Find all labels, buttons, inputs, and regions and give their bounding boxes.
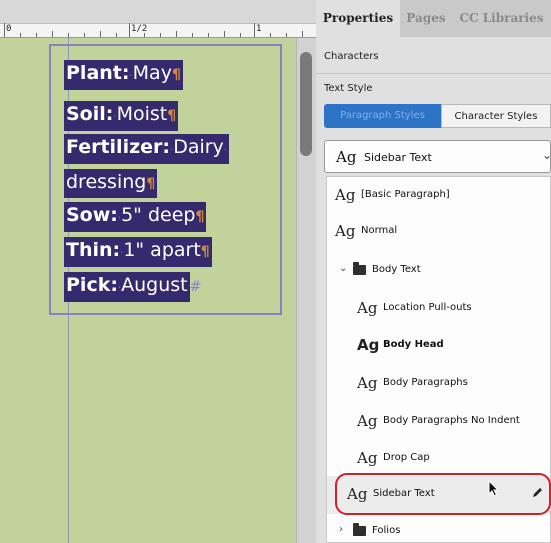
style-item-location-pull-outs[interactable]: Ag Location Pull-outs <box>327 290 550 328</box>
tab-properties[interactable]: Properties <box>316 0 400 37</box>
dropdown-value: Sidebar Text <box>364 151 432 164</box>
text-line-soil[interactable]: Soil:·Moist¶ <box>64 101 179 131</box>
style-group-body-text[interactable]: ⌄ Body Text <box>327 252 550 290</box>
document-tab-bar <box>0 0 316 24</box>
style-item-body-paragraphs[interactable]: Ag Body Paragraphs <box>327 365 550 403</box>
style-preview-icon: Ag <box>335 222 356 240</box>
ruler-label-0: 0 <box>6 24 12 34</box>
style-item-label: Location Pull-outs <box>383 302 472 313</box>
style-item-body-head[interactable]: Ag Body Head <box>327 327 550 365</box>
text-style-section-label: Text Style <box>324 83 373 94</box>
vertical-scrollbar[interactable] <box>296 38 316 543</box>
end-of-story-marker: # <box>189 279 202 295</box>
ruler-label-1: 1 <box>256 24 262 34</box>
style-item-body-paragraphs-no-indent[interactable]: Ag Body Paragraphs No Indent <box>327 403 550 441</box>
properties-panel: Properties Pages CC Libraries Characters… <box>316 0 551 543</box>
tab-cc-libraries[interactable]: CC Libraries <box>452 0 551 37</box>
style-item-label: Body Paragraphs <box>383 377 468 388</box>
characters-section-label[interactable]: Characters <box>324 51 379 62</box>
text-line-sow[interactable]: Sow:·5" deep¶ <box>64 202 207 232</box>
style-item-label: Drop Cap <box>383 452 430 463</box>
tab-pages[interactable]: Pages <box>400 0 452 37</box>
style-preview-icon: Ag <box>335 186 356 204</box>
chevron-down-icon[interactable]: ⌄ <box>542 148 551 162</box>
style-group-label: Folios <box>372 525 401 536</box>
horizontal-ruler[interactable]: 0 1/2 1 <box>0 23 316 38</box>
style-preview-icon: Ag <box>357 374 378 392</box>
folder-icon <box>353 262 366 275</box>
style-preview-icon: Ag <box>357 412 378 430</box>
paragraph-styles-tab[interactable]: Paragraph Styles <box>324 104 441 128</box>
paragraph-style-dropdown[interactable]: Ag Sidebar Text ⌄ <box>324 140 551 173</box>
style-type-toggle: Paragraph Styles Character Styles <box>324 104 551 128</box>
text-line-thin[interactable]: Thin:·1" apart¶ <box>64 237 212 267</box>
scrollbar-thumb[interactable] <box>300 52 312 156</box>
style-item-label: Body Paragraphs No Indent <box>383 415 520 426</box>
text-line-fertilizer[interactable]: Fertilizer:·Dairy· <box>64 134 229 164</box>
text-line-pick[interactable]: Pick:·August # <box>64 272 201 302</box>
section-divider <box>316 73 551 74</box>
chevron-right-icon[interactable]: › <box>339 524 343 535</box>
style-preview-icon: Ag <box>357 336 380 354</box>
style-item-label: Normal <box>361 225 398 236</box>
style-item-label: Body Head <box>383 339 444 350</box>
text-line-dressing[interactable]: dressing¶ <box>64 169 158 198</box>
chevron-down-icon[interactable]: ⌄ <box>339 263 347 274</box>
style-preview-icon: Ag <box>357 299 378 317</box>
selection-highlight-outline <box>335 473 551 515</box>
style-item-normal[interactable]: Ag Normal <box>327 213 550 251</box>
style-preview-icon: Ag <box>336 148 357 166</box>
style-preview-icon: Ag <box>357 449 378 467</box>
text-line-plant[interactable]: Plant:·May¶ <box>64 60 183 90</box>
panel-tab-bar: Properties Pages CC Libraries <box>316 0 551 37</box>
character-styles-tab[interactable]: Character Styles <box>441 104 551 128</box>
style-item-basic-paragraph[interactable]: Ag [Basic Paragraph] <box>327 177 550 215</box>
style-item-label: [Basic Paragraph] <box>361 189 450 200</box>
style-group-label: Body Text <box>372 264 421 275</box>
style-group-folios[interactable]: › Folios <box>327 513 550 542</box>
folder-icon <box>353 523 366 536</box>
